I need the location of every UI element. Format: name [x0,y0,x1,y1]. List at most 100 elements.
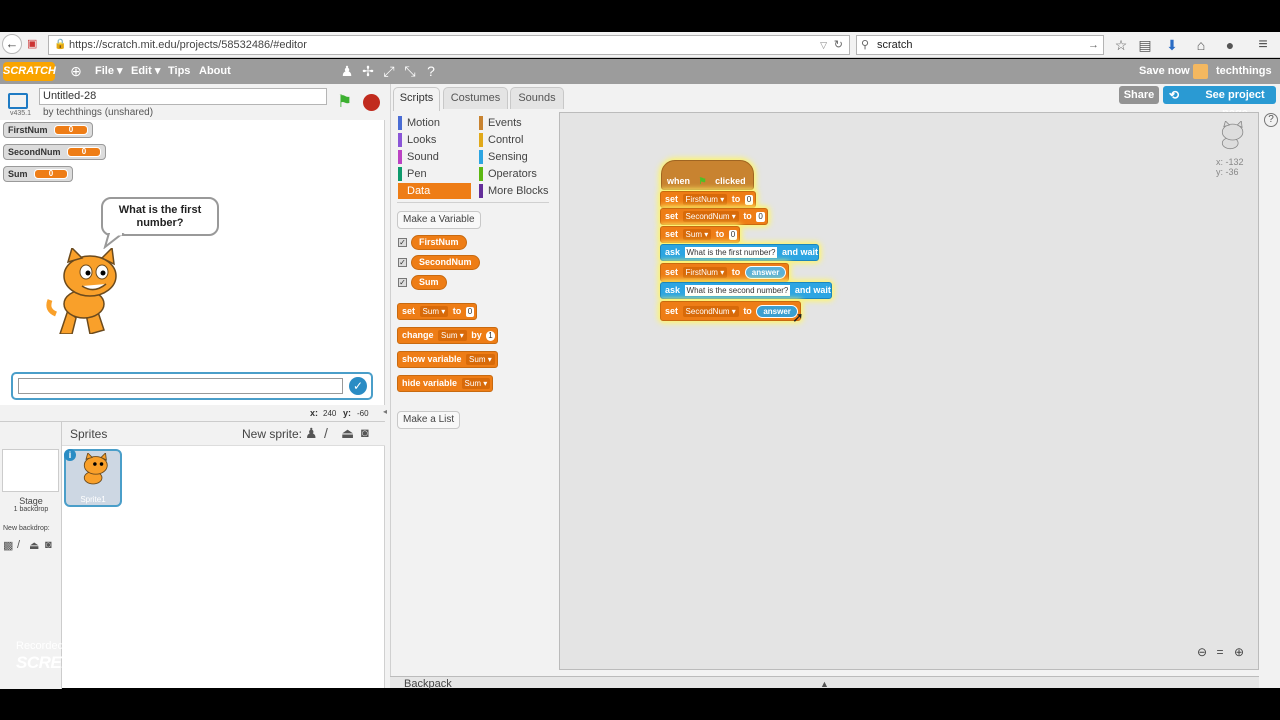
help-icon[interactable]: ? [423,63,439,79]
fullscreen-icon[interactable] [8,93,28,109]
share-button[interactable]: Share [1119,86,1159,104]
palette-show-variable-block[interactable]: show variable Sum ▾ [397,351,498,368]
palette-set-block[interactable]: set Sum ▾ to 0 [397,303,478,320]
cat-sprite-icon[interactable] [46,248,126,334]
save-now-link[interactable]: Save now [1139,59,1190,84]
collapse-arrow-icon[interactable]: ◂ [383,407,387,416]
help-icon[interactable]: ? [1264,113,1278,127]
reload-icon[interactable]: ↻ [834,36,843,54]
reporter-sum[interactable]: Sum [411,275,447,290]
expand-arrow-icon[interactable]: ▲ [820,677,829,691]
paint-sprite-icon[interactable]: / [324,425,328,441]
backpack-bar[interactable]: Backpack ▲ [390,676,1259,691]
camera-sprite-icon[interactable]: ◙ [361,425,369,440]
cut-icon[interactable]: ✢ [360,63,376,79]
user-menu[interactable]: techthings ▾ [1216,59,1280,102]
var-dropdown[interactable]: SecondNum ▾ [682,211,739,222]
star-icon[interactable]: ☆ [1112,36,1130,54]
tab-costumes[interactable]: Costumes [443,87,508,109]
checkbox-secondnum[interactable]: ✓ [398,258,407,267]
tab-scripts[interactable]: Scripts [393,87,440,111]
file-menu[interactable]: File ▾ [95,59,123,84]
var-dropdown[interactable]: SecondNum ▾ [682,306,739,317]
user-avatar[interactable] [1193,64,1208,79]
upload-icon[interactable]: ⏏ [29,539,39,552]
category-sound[interactable]: Sound [398,149,473,165]
category-operators[interactable]: Operators [479,166,554,182]
script-ask-first-block[interactable]: ask What is the first number? and wait [660,244,819,261]
var-dropdown[interactable]: FirstNum ▾ [682,267,728,278]
palette-hide-variable-block[interactable]: hide variable Sum ▾ [397,375,494,392]
palette-change-block[interactable]: change Sum ▾ by 1 [397,327,498,344]
var-dropdown[interactable]: Sum ▾ [438,330,467,341]
see-project-page-button[interactable]: ⟲ See project page [1163,86,1276,119]
checkmark-submit-button[interactable]: ✓ [349,377,367,395]
category-events[interactable]: Events [479,115,554,131]
script-set-secondnum-block[interactable]: set SecondNum ▾ to 0 [660,208,768,225]
sprite-library-icon[interactable]: ♟ [305,425,318,442]
stop-sign-icon[interactable] [363,94,380,111]
scratch-logo[interactable]: SCRATCH [3,62,56,81]
value-input[interactable]: 0 [465,307,475,317]
chevron-down-icon[interactable]: ▽ [820,36,827,54]
script-set-sum-block[interactable]: set Sum ▾ to 0 [660,226,741,243]
answer-input[interactable] [18,378,343,394]
category-sensing[interactable]: Sensing [479,149,554,165]
value-input[interactable]: 0 [744,195,754,205]
camera-icon[interactable]: ◙ [45,539,52,551]
scripts-area[interactable]: when ⚑ clicked set FirstNum ▾ to 0 set S… [559,112,1259,670]
reporter-secondnum[interactable]: SecondNum [411,255,480,270]
when-flag-clicked-hat-block[interactable]: when ⚑ clicked [661,160,754,190]
zoom-out-icon[interactable]: ⊖ [1195,645,1209,659]
script-set-firstnum-answer-block[interactable]: set FirstNum ▾ to answer [660,263,790,282]
question-input[interactable]: What is the first number? [684,247,778,258]
edit-menu[interactable]: Edit ▾ [131,59,160,84]
paint-backdrop-icon[interactable]: ▩ [3,539,13,552]
category-looks[interactable]: Looks [398,132,473,148]
search-input[interactable]: ⚲ scratch → [856,35,1104,55]
var-dropdown[interactable]: Sum ▾ [466,354,495,365]
script-set-firstnum-block[interactable]: set FirstNum ▾ to 0 [660,191,757,208]
zoom-reset-icon[interactable]: = [1213,645,1227,659]
clipboard-icon[interactable]: ▤ [1136,36,1154,54]
sprite-tile-sprite1[interactable]: i Sprite1 [64,449,122,507]
value-input[interactable]: 0 [756,212,765,222]
var-dropdown[interactable]: Sum ▾ [461,378,491,389]
reporter-firstnum[interactable]: FirstNum [411,235,467,250]
download-icon[interactable]: ⬇ [1163,36,1181,54]
upload-sprite-icon[interactable]: ⏏ [341,425,354,442]
category-data[interactable]: Data [398,183,471,199]
hamburger-menu-icon[interactable]: ≡ [1254,36,1272,54]
go-arrow-icon[interactable]: → [1088,36,1099,54]
var-dropdown[interactable]: FirstNum ▾ [682,194,728,205]
brush-icon[interactable]: / [17,539,20,551]
value-input[interactable]: 1 [486,331,495,341]
shrink-icon[interactable]: ⤡ [402,63,418,79]
zoom-in-icon[interactable]: ⊕ [1232,645,1246,659]
value-input[interactable]: 0 [728,230,738,240]
duplicate-icon[interactable]: ♟ [339,63,355,79]
stage-thumbnail[interactable] [2,449,59,492]
var-dropdown[interactable]: Sum ▾ [419,306,449,317]
project-title-input[interactable]: Untitled-28 [39,88,327,105]
checkbox-firstnum[interactable]: ✓ [398,238,407,247]
script-ask-second-block[interactable]: ask What is the second number? and wait [660,282,832,299]
script-set-secondnum-answer-block[interactable]: set SecondNum ▾ to answer [660,301,801,321]
about-menu[interactable]: About [199,59,231,84]
make-list-button[interactable]: Make a List [397,411,461,429]
make-variable-button[interactable]: Make a Variable [397,211,481,229]
category-more-blocks[interactable]: More Blocks [479,183,554,199]
tab-sounds[interactable]: Sounds [510,87,564,109]
var-dropdown[interactable]: Sum ▾ [682,229,712,240]
answer-reporter[interactable]: answer [744,266,787,279]
question-input[interactable]: What is the second number? [684,285,791,296]
chat-icon[interactable]: ● [1221,36,1239,54]
green-flag-icon[interactable]: ⚑ [337,93,355,111]
back-arrow-icon[interactable]: ← [2,34,22,54]
tips-menu[interactable]: Tips [168,59,190,84]
category-pen[interactable]: Pen [398,166,473,182]
stage[interactable]: FirstNum 0 SecondNum 0 Sum 0 What is the… [0,120,385,405]
url-input[interactable]: 🔒 https://scratch.mit.edu/projects/58532… [48,35,850,55]
category-control[interactable]: Control [479,132,554,148]
info-icon[interactable]: i [64,449,76,461]
